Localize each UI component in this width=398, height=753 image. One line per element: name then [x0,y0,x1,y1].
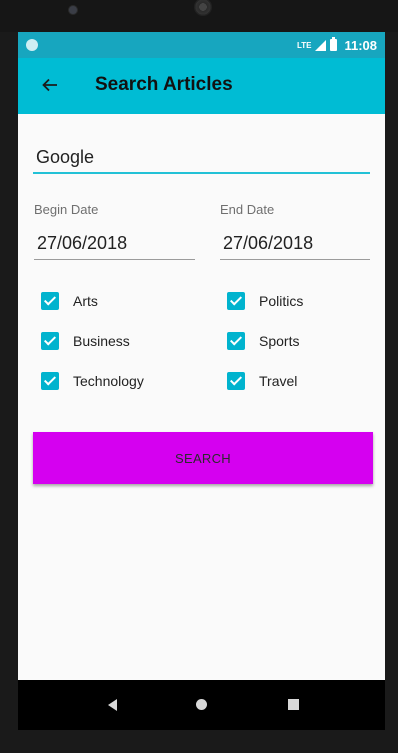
category-checkbox-arts[interactable]: Arts [41,291,98,311]
category-label: Arts [73,293,98,309]
device-right-bezel [385,32,398,753]
home-circle-icon[interactable] [196,699,207,710]
category-checkbox-travel[interactable]: Travel [227,371,297,391]
begin-date-label: Begin Date [34,202,99,217]
signal-icon [315,39,327,51]
checkbox-checked-icon[interactable] [41,332,59,350]
checkbox-checked-icon[interactable] [227,292,245,310]
network-type-label: LTE [296,40,312,50]
category-label: Business [73,333,130,349]
checkbox-checked-icon[interactable] [227,332,245,350]
status-time: 11:08 [344,37,377,53]
arrow-left-icon[interactable] [40,75,60,95]
category-checkbox-business[interactable]: Business [41,331,130,351]
app-bar: Search Articles [18,58,385,114]
notification-dot-icon [26,39,38,51]
status-bar: LTE 11:08 [18,32,385,58]
recents-square-icon[interactable] [288,699,299,710]
system-navigation-bar [18,680,385,730]
category-label: Politics [259,293,304,309]
category-label: Technology [73,373,144,389]
end-date-field[interactable]: 27/06/2018 [220,230,370,260]
device-left-bezel [0,32,18,753]
category-checkbox-technology[interactable]: Technology [41,371,144,391]
checkbox-checked-icon[interactable] [41,292,59,310]
category-label: Travel [259,373,298,389]
app-screen: LTE 11:08 Search Articles Google Begin D… [18,32,385,680]
search-button[interactable]: SEARCH [33,432,373,484]
begin-date-field[interactable]: 27/06/2018 [34,230,195,260]
device-top-bezel [0,0,398,32]
end-date-label: End Date [220,202,275,217]
checkbox-checked-icon[interactable] [41,372,59,390]
battery-icon [330,37,338,51]
device-bottom-bezel [0,730,398,753]
category-checkbox-sports[interactable]: Sports [227,331,299,351]
checkbox-checked-icon[interactable] [227,372,245,390]
search-query-input[interactable]: Google [33,142,370,174]
page-title: Search Articles [95,74,233,95]
status-indicators: LTE 11:08 [297,37,377,53]
front-camera-icon [68,5,78,15]
back-triangle-icon[interactable] [108,699,117,711]
category-label: Sports [259,333,300,349]
speaker-grille-icon [194,0,212,16]
category-checkbox-politics[interactable]: Politics [227,291,303,311]
